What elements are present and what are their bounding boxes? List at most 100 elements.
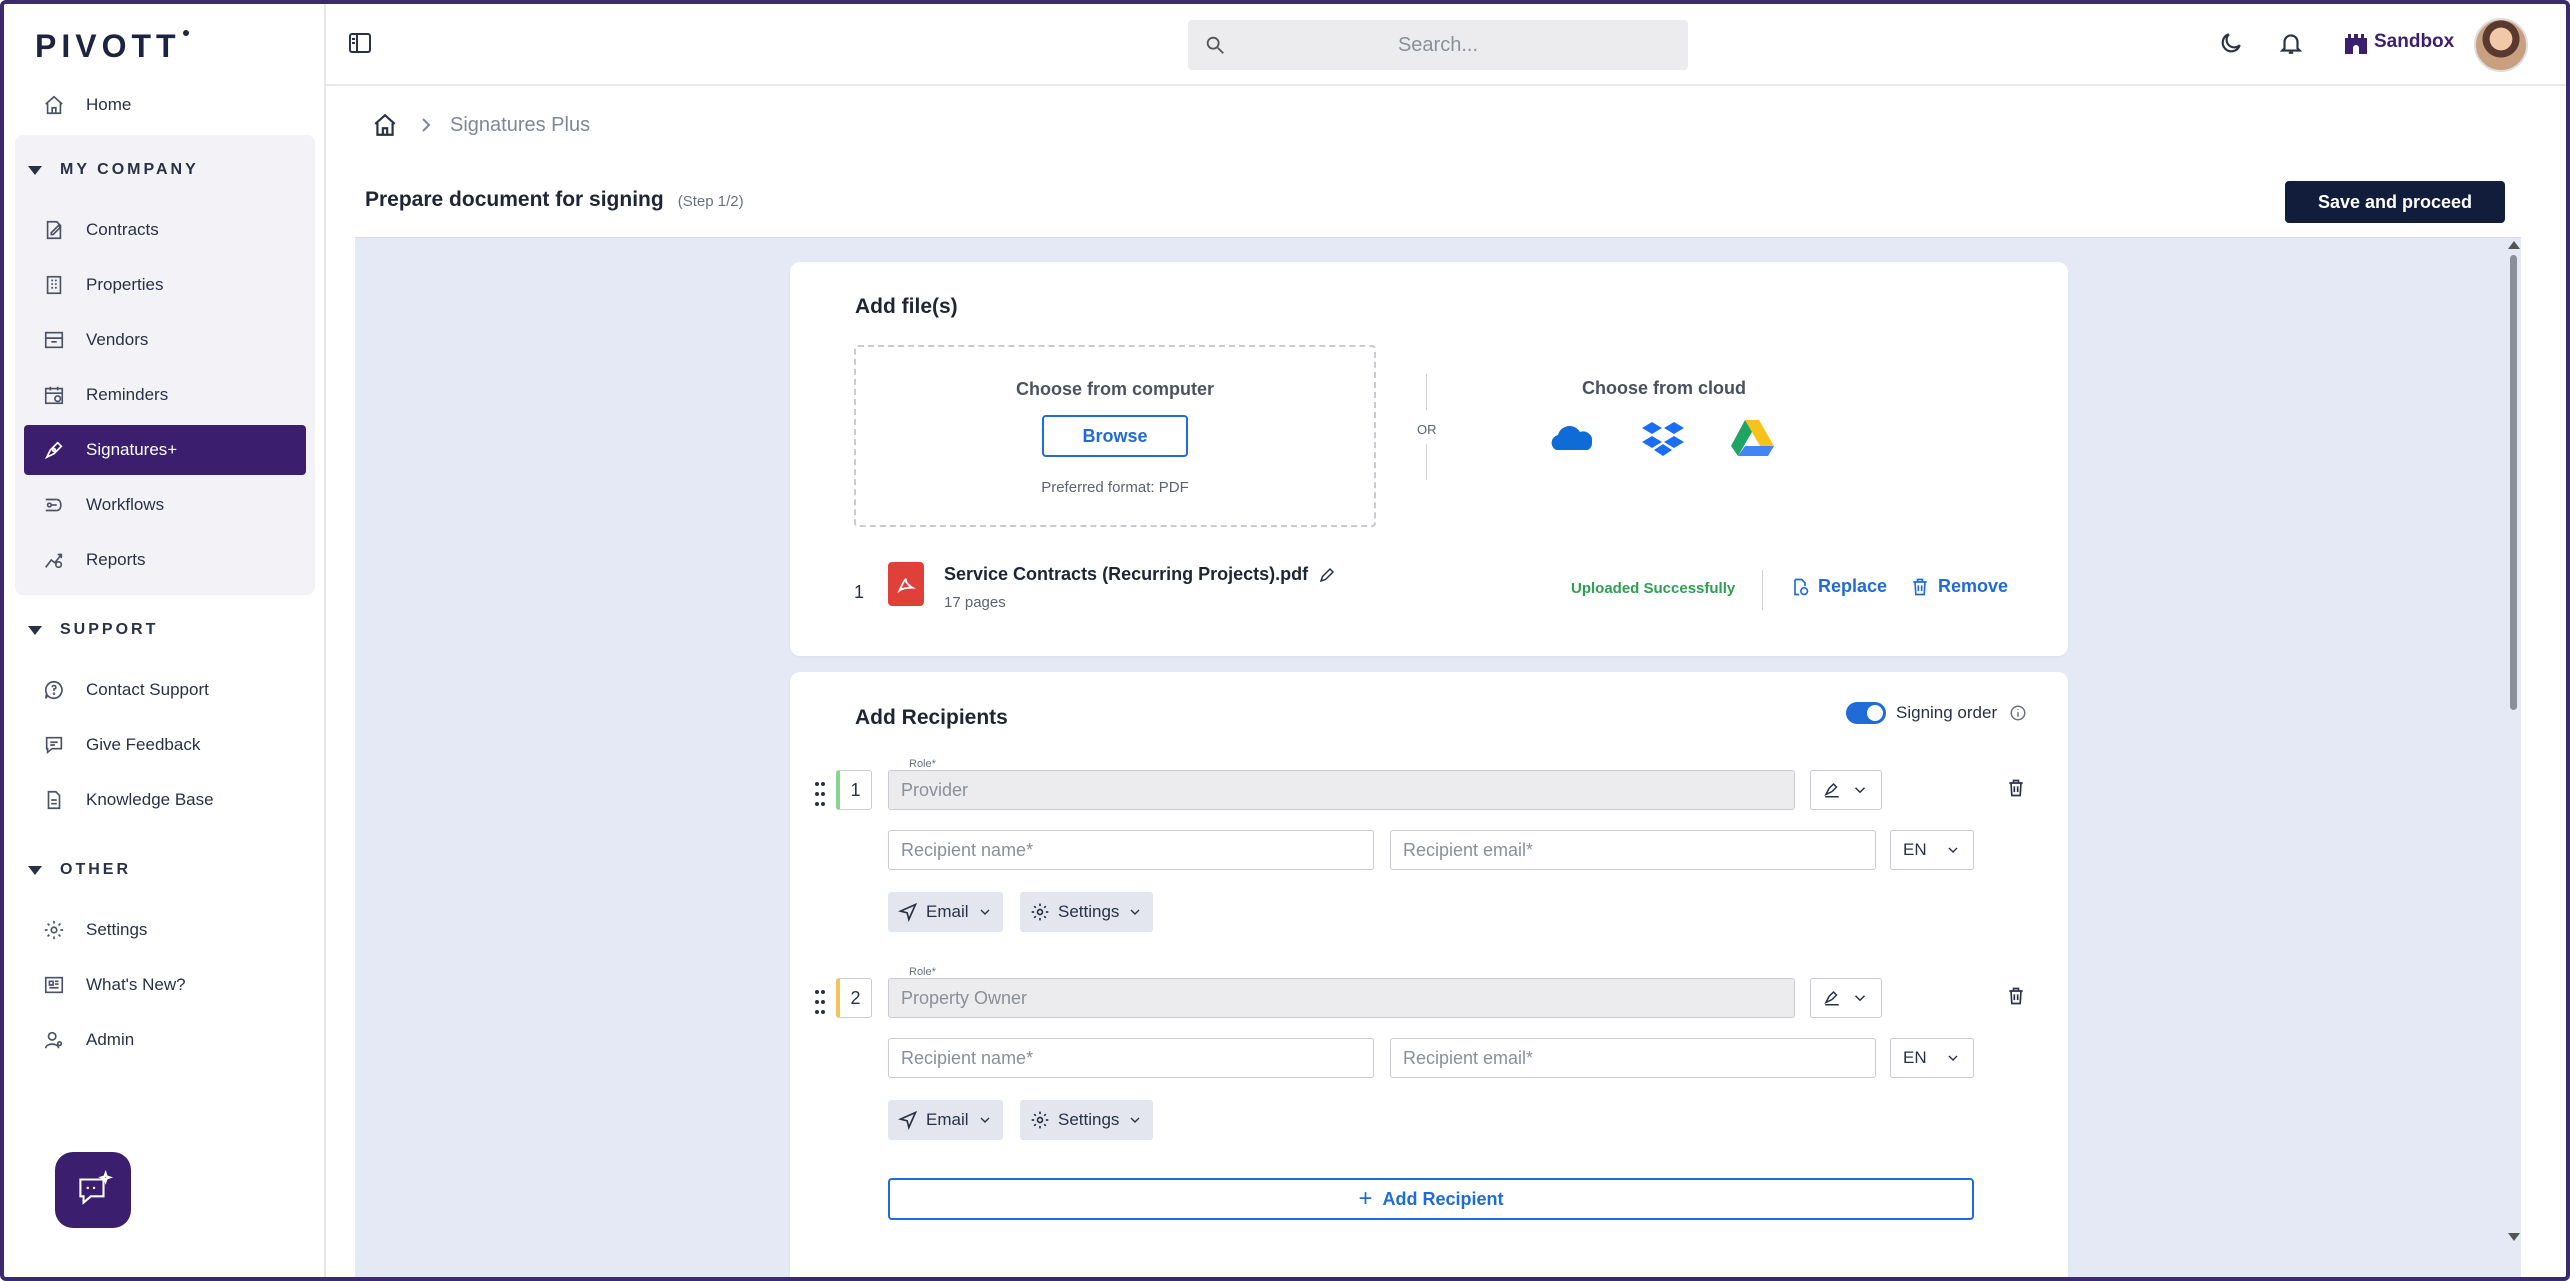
send-icon: [898, 1110, 918, 1130]
sidebar-item-workflows[interactable]: Workflows: [24, 480, 306, 530]
delete-recipient-button[interactable]: [2006, 778, 2028, 800]
panel-icon: [349, 33, 371, 53]
gear-icon: [1031, 1111, 1049, 1129]
chat-support-button[interactable]: [55, 1152, 131, 1228]
signing-order-toggle[interactable]: [1846, 702, 1886, 724]
sidebar-item-vendors[interactable]: Vendors: [24, 315, 306, 365]
preferred-format-hint: Preferred format: PDF: [1041, 479, 1189, 496]
sidebar-toggle-button[interactable]: [348, 32, 372, 54]
castle-icon: [2345, 34, 2367, 54]
trash-icon: [2009, 779, 2023, 797]
search-icon: [1206, 36, 1224, 54]
sidebar-item-knowledge-base[interactable]: Knowledge Base: [24, 775, 306, 825]
sidebar-item-label: Contact Support: [86, 680, 209, 699]
file-row: 1 Service Contracts (Recurring Projects)…: [854, 562, 2014, 620]
drag-handle-icon[interactable]: [814, 780, 826, 808]
sidebar-item-settings[interactable]: Settings: [24, 905, 306, 955]
admin-icon: [42, 1028, 66, 1052]
user-avatar[interactable]: [2474, 18, 2528, 72]
or-label: OR: [1417, 422, 1437, 437]
browse-button[interactable]: Browse: [1042, 415, 1188, 457]
sidebar-item-give-feedback[interactable]: Give Feedback: [24, 720, 306, 770]
sidebar-item-reports[interactable]: Reports: [24, 535, 306, 585]
google-drive-icon[interactable]: [1728, 418, 1778, 458]
caret-down-icon: [28, 865, 42, 875]
delivery-method-select[interactable]: Email: [888, 1100, 1003, 1140]
drag-handle-icon[interactable]: [814, 988, 826, 1016]
sidebar-item-label: Give Feedback: [86, 735, 201, 754]
file-dropzone[interactable]: Choose from computer Browse Preferred fo…: [854, 345, 1376, 527]
caret-down-icon: [28, 625, 42, 635]
scroll-down-arrow[interactable]: [2508, 1233, 2520, 1241]
sidebar-item-label: Reminders: [86, 385, 169, 404]
replace-button[interactable]: Replace: [1790, 576, 1887, 597]
divider: [1426, 374, 1427, 410]
chevron-down-icon: [1130, 909, 1140, 915]
reports-icon: [42, 548, 66, 572]
signature-type-select[interactable]: [1810, 978, 1882, 1018]
upload-status: Uploaded Successfully: [1571, 580, 1736, 597]
sidebar-item-contact-support[interactable]: Contact Support: [24, 665, 306, 715]
sidebar-item-label: Vendors: [86, 330, 149, 349]
recipient-email-input[interactable]: Recipient email*: [1390, 1038, 1876, 1078]
chevron-right-icon: [422, 118, 431, 132]
recipient-settings-select[interactable]: Settings: [1020, 892, 1154, 932]
choose-from-computer-label: Choose from computer: [1015, 379, 1215, 399]
sidebar-item-home[interactable]: Home: [24, 80, 306, 130]
onedrive-icon[interactable]: [1548, 418, 1598, 458]
role-input[interactable]: Provider: [888, 770, 1795, 810]
chevron-down-icon: [1948, 847, 1958, 853]
app-logo[interactable]: PIVOTT: [35, 28, 189, 65]
vendor-icon: [42, 328, 66, 352]
language-select[interactable]: EN: [1890, 830, 1974, 870]
recipient-name-input[interactable]: Recipient name*: [888, 1038, 1374, 1078]
delivery-method-select[interactable]: Email: [888, 892, 1003, 932]
recipient-order-number: 1: [836, 770, 872, 810]
recipient-email-input[interactable]: Recipient email*: [1390, 830, 1876, 870]
sidebar-item-admin[interactable]: Admin: [24, 1015, 306, 1065]
environment-badge[interactable]: Sandbox: [2342, 28, 2454, 56]
section-support[interactable]: SUPPORT: [28, 615, 158, 645]
home-icon[interactable]: [372, 112, 398, 138]
chevron-down-icon: [980, 909, 989, 915]
section-my-company[interactable]: MY COMPANY: [28, 155, 199, 185]
sidebar-item-label: Reports: [86, 550, 146, 569]
language-select[interactable]: EN: [1890, 1038, 1974, 1078]
sidebar-item-label: Knowledge Base: [86, 790, 214, 809]
section-other[interactable]: OTHER: [28, 855, 131, 885]
feedback-icon: [42, 733, 66, 757]
add-recipient-button[interactable]: + Add Recipient: [888, 1178, 1974, 1220]
search-input[interactable]: Search...: [1188, 20, 1688, 70]
sidebar-item-signatures[interactable]: Signatures+: [24, 425, 306, 475]
save-and-proceed-button[interactable]: Save and proceed: [2285, 181, 2505, 223]
role-input[interactable]: Property Owner: [888, 978, 1795, 1018]
edit-pencil-icon[interactable]: [1318, 566, 1336, 584]
recipient-settings-select[interactable]: Settings: [1020, 1100, 1154, 1140]
scroll-thumb[interactable]: [2510, 255, 2517, 710]
pen-icon: [42, 438, 66, 462]
add-recipients-card: Add Recipients Signing order 1 Provider …: [790, 672, 2068, 1281]
remove-button[interactable]: Remove: [1910, 576, 2008, 597]
bell-icon: [2279, 34, 2303, 54]
sidebar-item-label: What's New?: [86, 975, 186, 994]
info-icon[interactable]: [2009, 704, 2027, 722]
sidebar-item-reminders[interactable]: Reminders: [24, 370, 306, 420]
breadcrumb-current: Signatures Plus: [450, 113, 591, 136]
file-name: Service Contracts (Recurring Projects).p…: [944, 564, 1336, 585]
scroll-up-arrow[interactable]: [2508, 241, 2520, 249]
role-label: Role*: [906, 966, 939, 978]
moon-icon: [2221, 33, 2241, 53]
sidebar-item-properties[interactable]: Properties: [24, 260, 306, 310]
dark-mode-toggle[interactable]: [2218, 30, 2244, 56]
recipient-name-input[interactable]: Recipient name*: [888, 830, 1374, 870]
dropbox-icon[interactable]: [1638, 418, 1688, 458]
sidebar-item-whats-new[interactable]: What's New?: [24, 960, 306, 1010]
scrollbar[interactable]: [2506, 237, 2520, 1247]
sidebar-item-contracts[interactable]: Contracts: [24, 205, 306, 255]
divider: [1762, 570, 1763, 610]
chevron-down-icon: [1948, 1055, 1958, 1061]
signature-type-select[interactable]: [1810, 770, 1882, 810]
notifications-button[interactable]: [2278, 30, 2304, 56]
delete-recipient-button[interactable]: [2006, 986, 2028, 1008]
signature-pen-icon: [1824, 990, 1839, 1006]
